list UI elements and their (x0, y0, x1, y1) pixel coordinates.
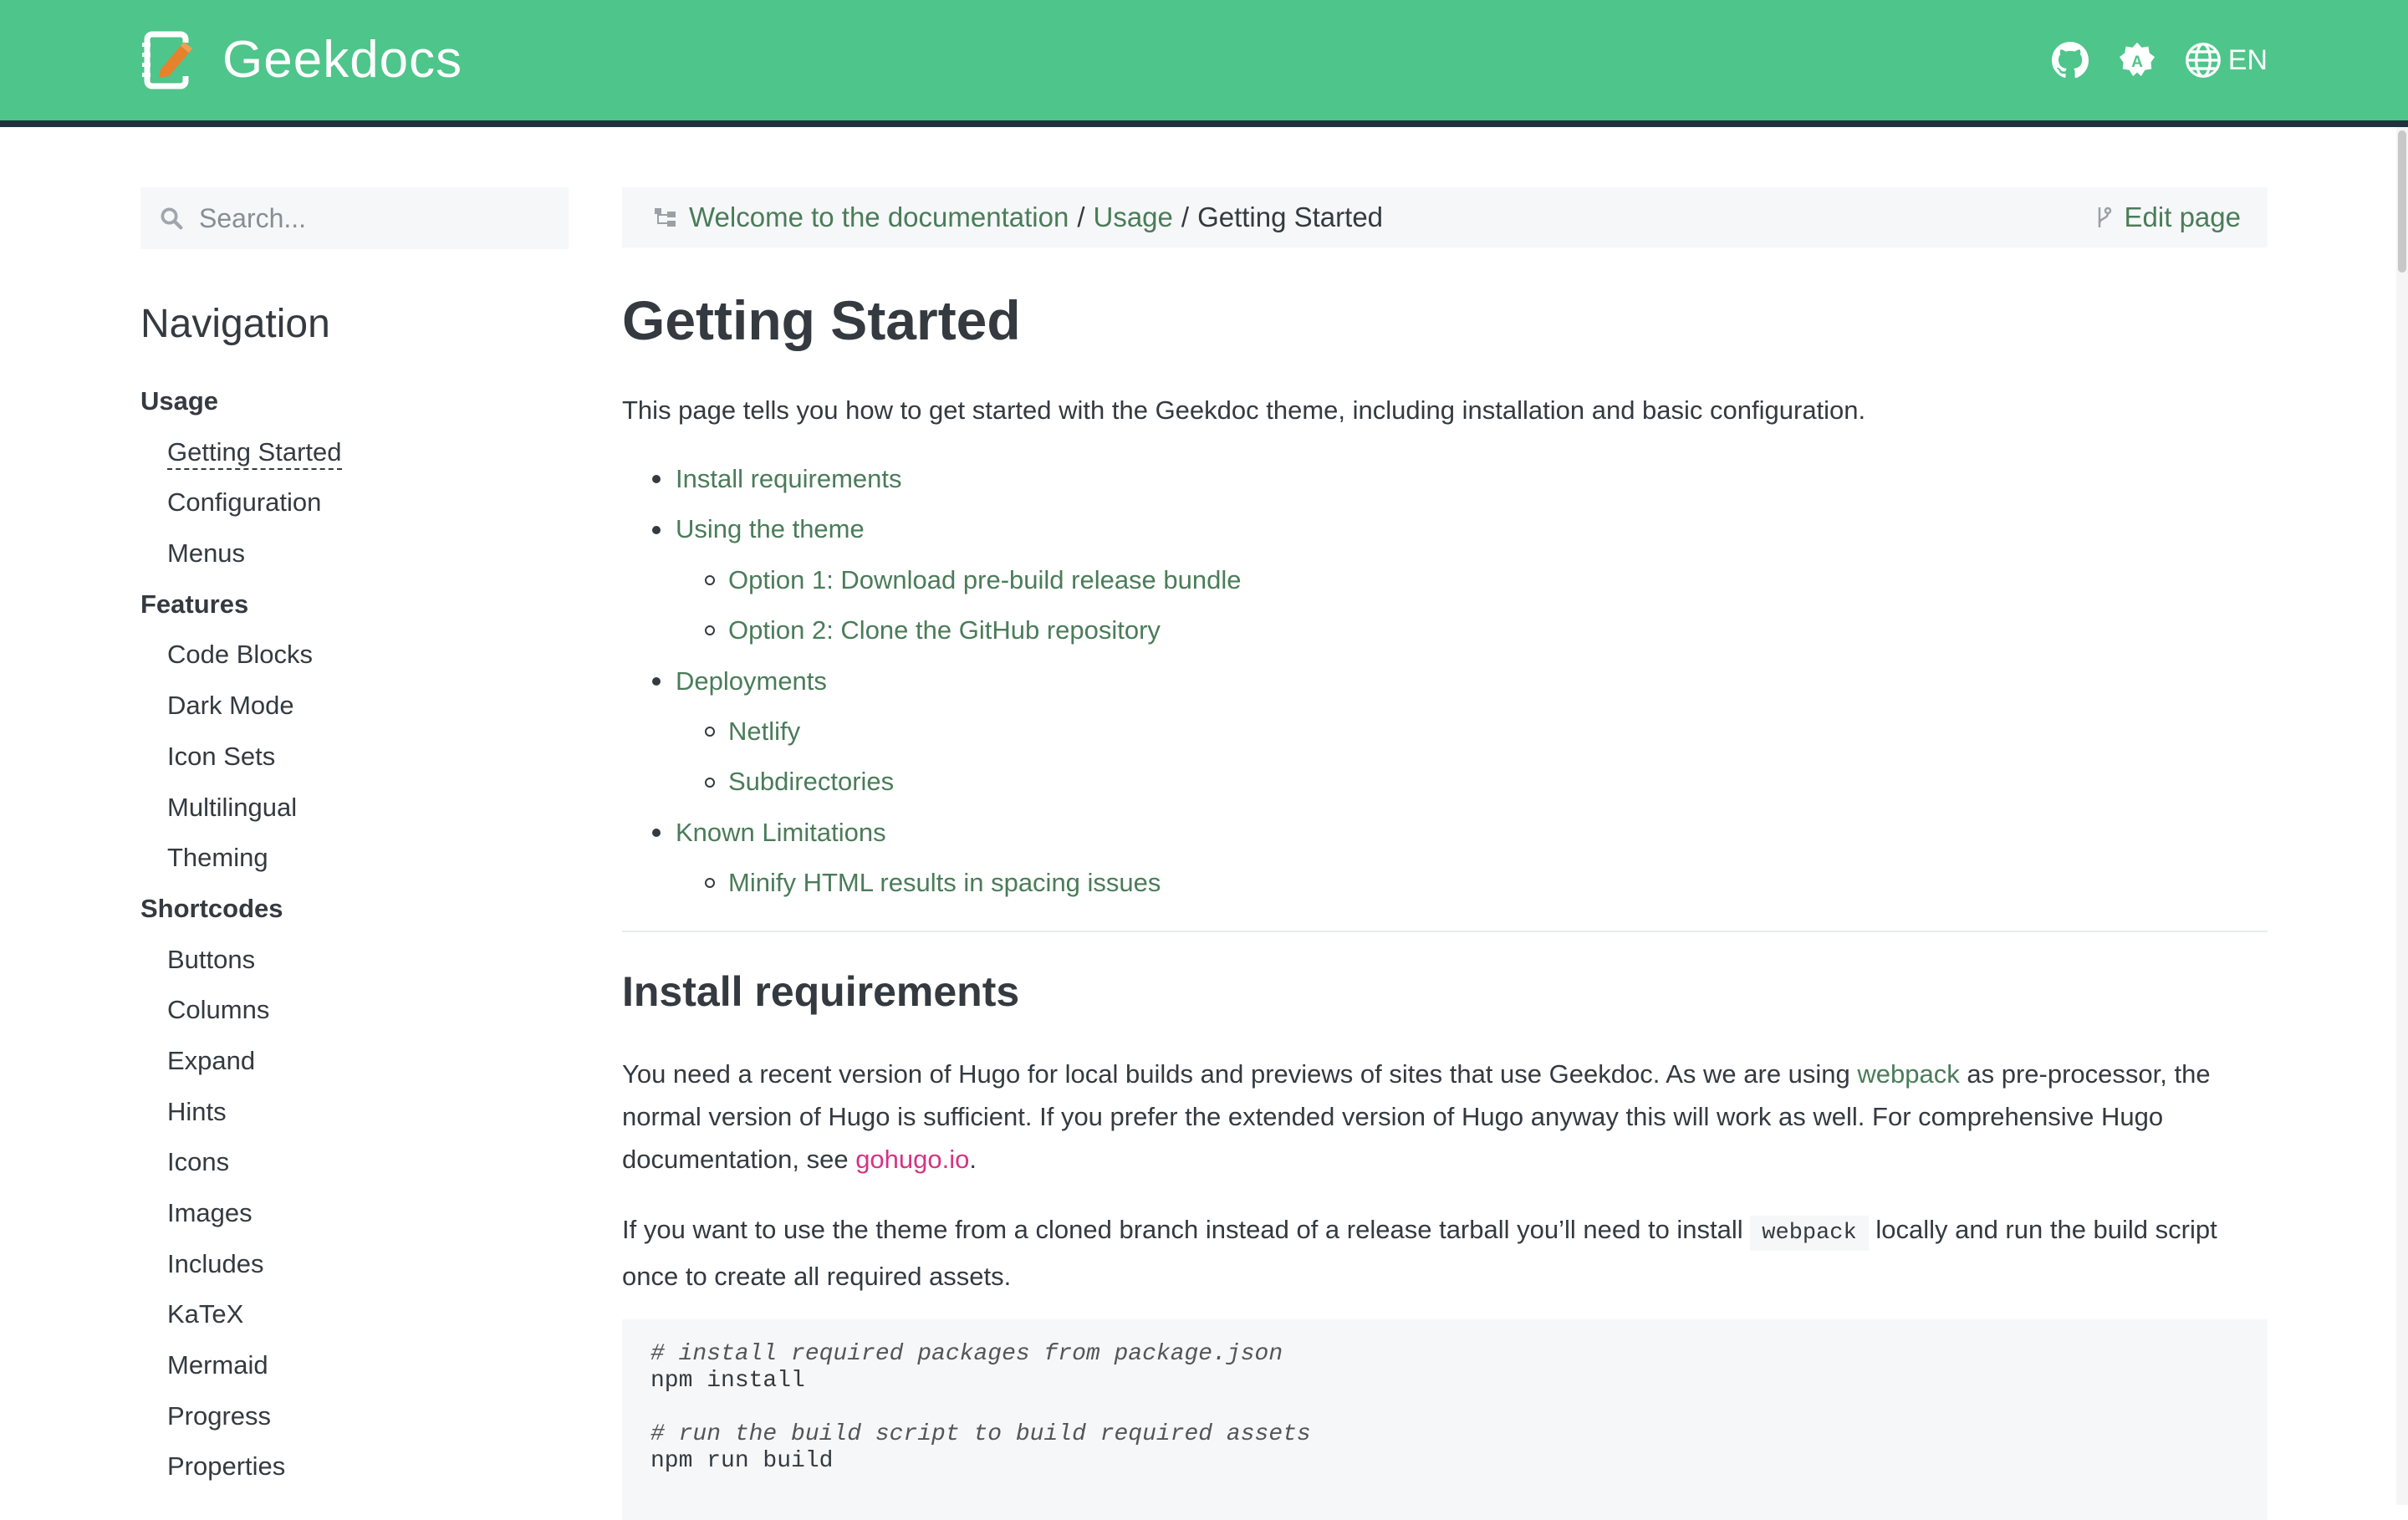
nav-item-katex[interactable]: KaTeX (140, 1289, 342, 1340)
nav-item-getting-started[interactable]: Getting Started (140, 427, 342, 478)
sidebar-nav: Usage Getting Started Configuration Menu… (140, 376, 342, 1492)
toc-link-netlify[interactable]: Netlify (728, 706, 800, 757)
install-requirements-paragraph: You need a recent version of Hugo for lo… (622, 1053, 2268, 1181)
theme-toggle-button[interactable]: A (2118, 41, 2156, 79)
paragraph-text: You need a recent version of Hugo for lo… (622, 1059, 1858, 1089)
code-comment: # install required packages from package… (650, 1341, 1283, 1367)
code-line: npm install (650, 1368, 805, 1394)
sitemap-icon (654, 207, 677, 228)
header-tools: A EN (2051, 37, 2268, 84)
top-header: Geekdocs A EN (0, 0, 2408, 127)
navigation-heading: Navigation (140, 302, 330, 346)
svg-text:A: A (2131, 54, 2143, 71)
nav-item-properties[interactable]: Properties (140, 1441, 342, 1492)
theme-toggle-icon: A (2119, 42, 2155, 77)
bullet-disc (652, 828, 661, 837)
git-branch-icon (2098, 207, 2111, 227)
toc-link-option-2[interactable]: Option 2: Clone the GitHub repository (728, 605, 1161, 655)
bullet-circle (705, 574, 715, 585)
nav-item-progress[interactable]: Progress (140, 1391, 342, 1442)
nav-item-menus[interactable]: Menus (140, 528, 342, 579)
edit-page-link[interactable]: Edit page (2094, 201, 2241, 233)
bullet-circle (705, 625, 715, 636)
breadcrumb: Welcome to the documentation / Usage / G… (622, 187, 2268, 247)
toc-subitem: Netlify (622, 706, 2268, 757)
toc-item: Using the theme (622, 504, 2268, 554)
toc-subitem: Option 2: Clone the GitHub repository (622, 605, 2268, 655)
webpack-link[interactable]: webpack (1857, 1059, 1959, 1089)
nav-item-icon-sets[interactable]: Icon Sets (140, 732, 342, 783)
page-scrollbar[interactable] (2396, 127, 2408, 1505)
nav-item-dark-mode[interactable]: Dark Mode (140, 681, 342, 732)
toc-link-install-requirements[interactable]: Install requirements (676, 454, 902, 504)
brand-link[interactable]: Geekdocs (140, 30, 462, 90)
scrollbar-thumb[interactable] (2398, 130, 2406, 273)
code-line: npm run build (650, 1448, 834, 1474)
bullet-circle (705, 777, 715, 788)
toc-link-option-1[interactable]: Option 1: Download pre-build release bun… (728, 555, 1242, 605)
bullet-disc (652, 525, 661, 534)
breadcrumb-separator: / (1077, 201, 1085, 232)
breadcrumb-current: Getting Started (1197, 201, 1384, 232)
code-block: # install required packages from package… (622, 1319, 2268, 1520)
toc-subitem: Subdirectories (622, 757, 2268, 807)
breadcrumb-home-link[interactable]: Welcome to the documentation (689, 201, 1069, 233)
nav-item-configuration[interactable]: Configuration (140, 477, 342, 528)
toc-subitem: Minify HTML results in spacing issues (622, 858, 2268, 908)
nav-item-expand[interactable]: Expand (140, 1036, 342, 1087)
bullet-circle (705, 878, 715, 889)
cloned-branch-paragraph: If you want to use the theme from a clon… (622, 1208, 2268, 1298)
nav-item-code-blocks[interactable]: Code Blocks (140, 630, 342, 681)
paragraph-text: If you want to use the theme from a clon… (622, 1215, 1751, 1244)
table-of-contents: Install requirements Using the theme Opt… (622, 454, 2268, 909)
paragraph-text: . (969, 1145, 977, 1174)
toc-link-deployments[interactable]: Deployments (676, 656, 827, 706)
nav-item-hints[interactable]: Hints (140, 1087, 342, 1138)
breadcrumb-usage-link[interactable]: Usage (1094, 201, 1173, 233)
toc-item: Known Limitations (622, 808, 2268, 858)
toc-item: Install requirements (622, 454, 2268, 504)
toc-link-using-the-theme[interactable]: Using the theme (676, 504, 865, 554)
brand-title: Geekdocs (222, 31, 463, 89)
search-box (140, 187, 569, 249)
toc-link-known-limitations[interactable]: Known Limitations (676, 808, 886, 858)
code-comment: # run the build script to build required… (650, 1421, 1311, 1447)
nav-item-includes[interactable]: Includes (140, 1239, 342, 1290)
nav-item-icons[interactable]: Icons (140, 1137, 342, 1188)
bullet-disc (652, 475, 661, 484)
inline-code-webpack: webpack (1750, 1216, 1869, 1251)
nav-item-theming[interactable]: Theming (140, 833, 342, 884)
nav-item-label: Getting Started (167, 436, 342, 470)
github-link[interactable] (2051, 41, 2089, 79)
gohugo-link[interactable]: gohugo.io (855, 1145, 969, 1174)
github-icon (2051, 41, 2089, 79)
toc-subitem: Option 1: Download pre-build release bun… (622, 555, 2268, 605)
nav-item-images[interactable]: Images (140, 1188, 342, 1239)
bullet-circle (705, 727, 715, 737)
page-title: Getting Started (622, 289, 1021, 351)
section-divider (622, 931, 2268, 932)
breadcrumb-separator: / (1181, 201, 1190, 232)
nav-section-usage[interactable]: Usage (140, 376, 342, 427)
nav-item-mermaid[interactable]: Mermaid (140, 1340, 342, 1391)
search-icon (161, 207, 183, 230)
search-input[interactable] (197, 201, 548, 235)
globe-icon (2185, 43, 2221, 78)
language-selector[interactable]: EN (2185, 42, 2268, 79)
bullet-disc (652, 676, 661, 686)
section-heading-install-requirements: Install requirements (622, 968, 1020, 1015)
toc-item: Deployments (622, 656, 2268, 706)
nav-item-columns[interactable]: Columns (140, 985, 342, 1036)
edit-page-label: Edit page (2124, 201, 2241, 232)
nav-item-multilingual[interactable]: Multilingual (140, 783, 342, 834)
toc-link-subdirectories[interactable]: Subdirectories (728, 757, 894, 807)
nav-item-buttons[interactable]: Buttons (140, 935, 342, 986)
language-label: EN (2227, 43, 2268, 76)
intro-paragraph: This page tells you how to get started w… (622, 395, 1866, 425)
nav-section-shortcodes[interactable]: Shortcodes (140, 884, 342, 935)
geekdocs-logo-icon (142, 31, 192, 89)
nav-section-features[interactable]: Features (140, 579, 342, 630)
toc-link-minify-html[interactable]: Minify HTML results in spacing issues (728, 858, 1161, 908)
